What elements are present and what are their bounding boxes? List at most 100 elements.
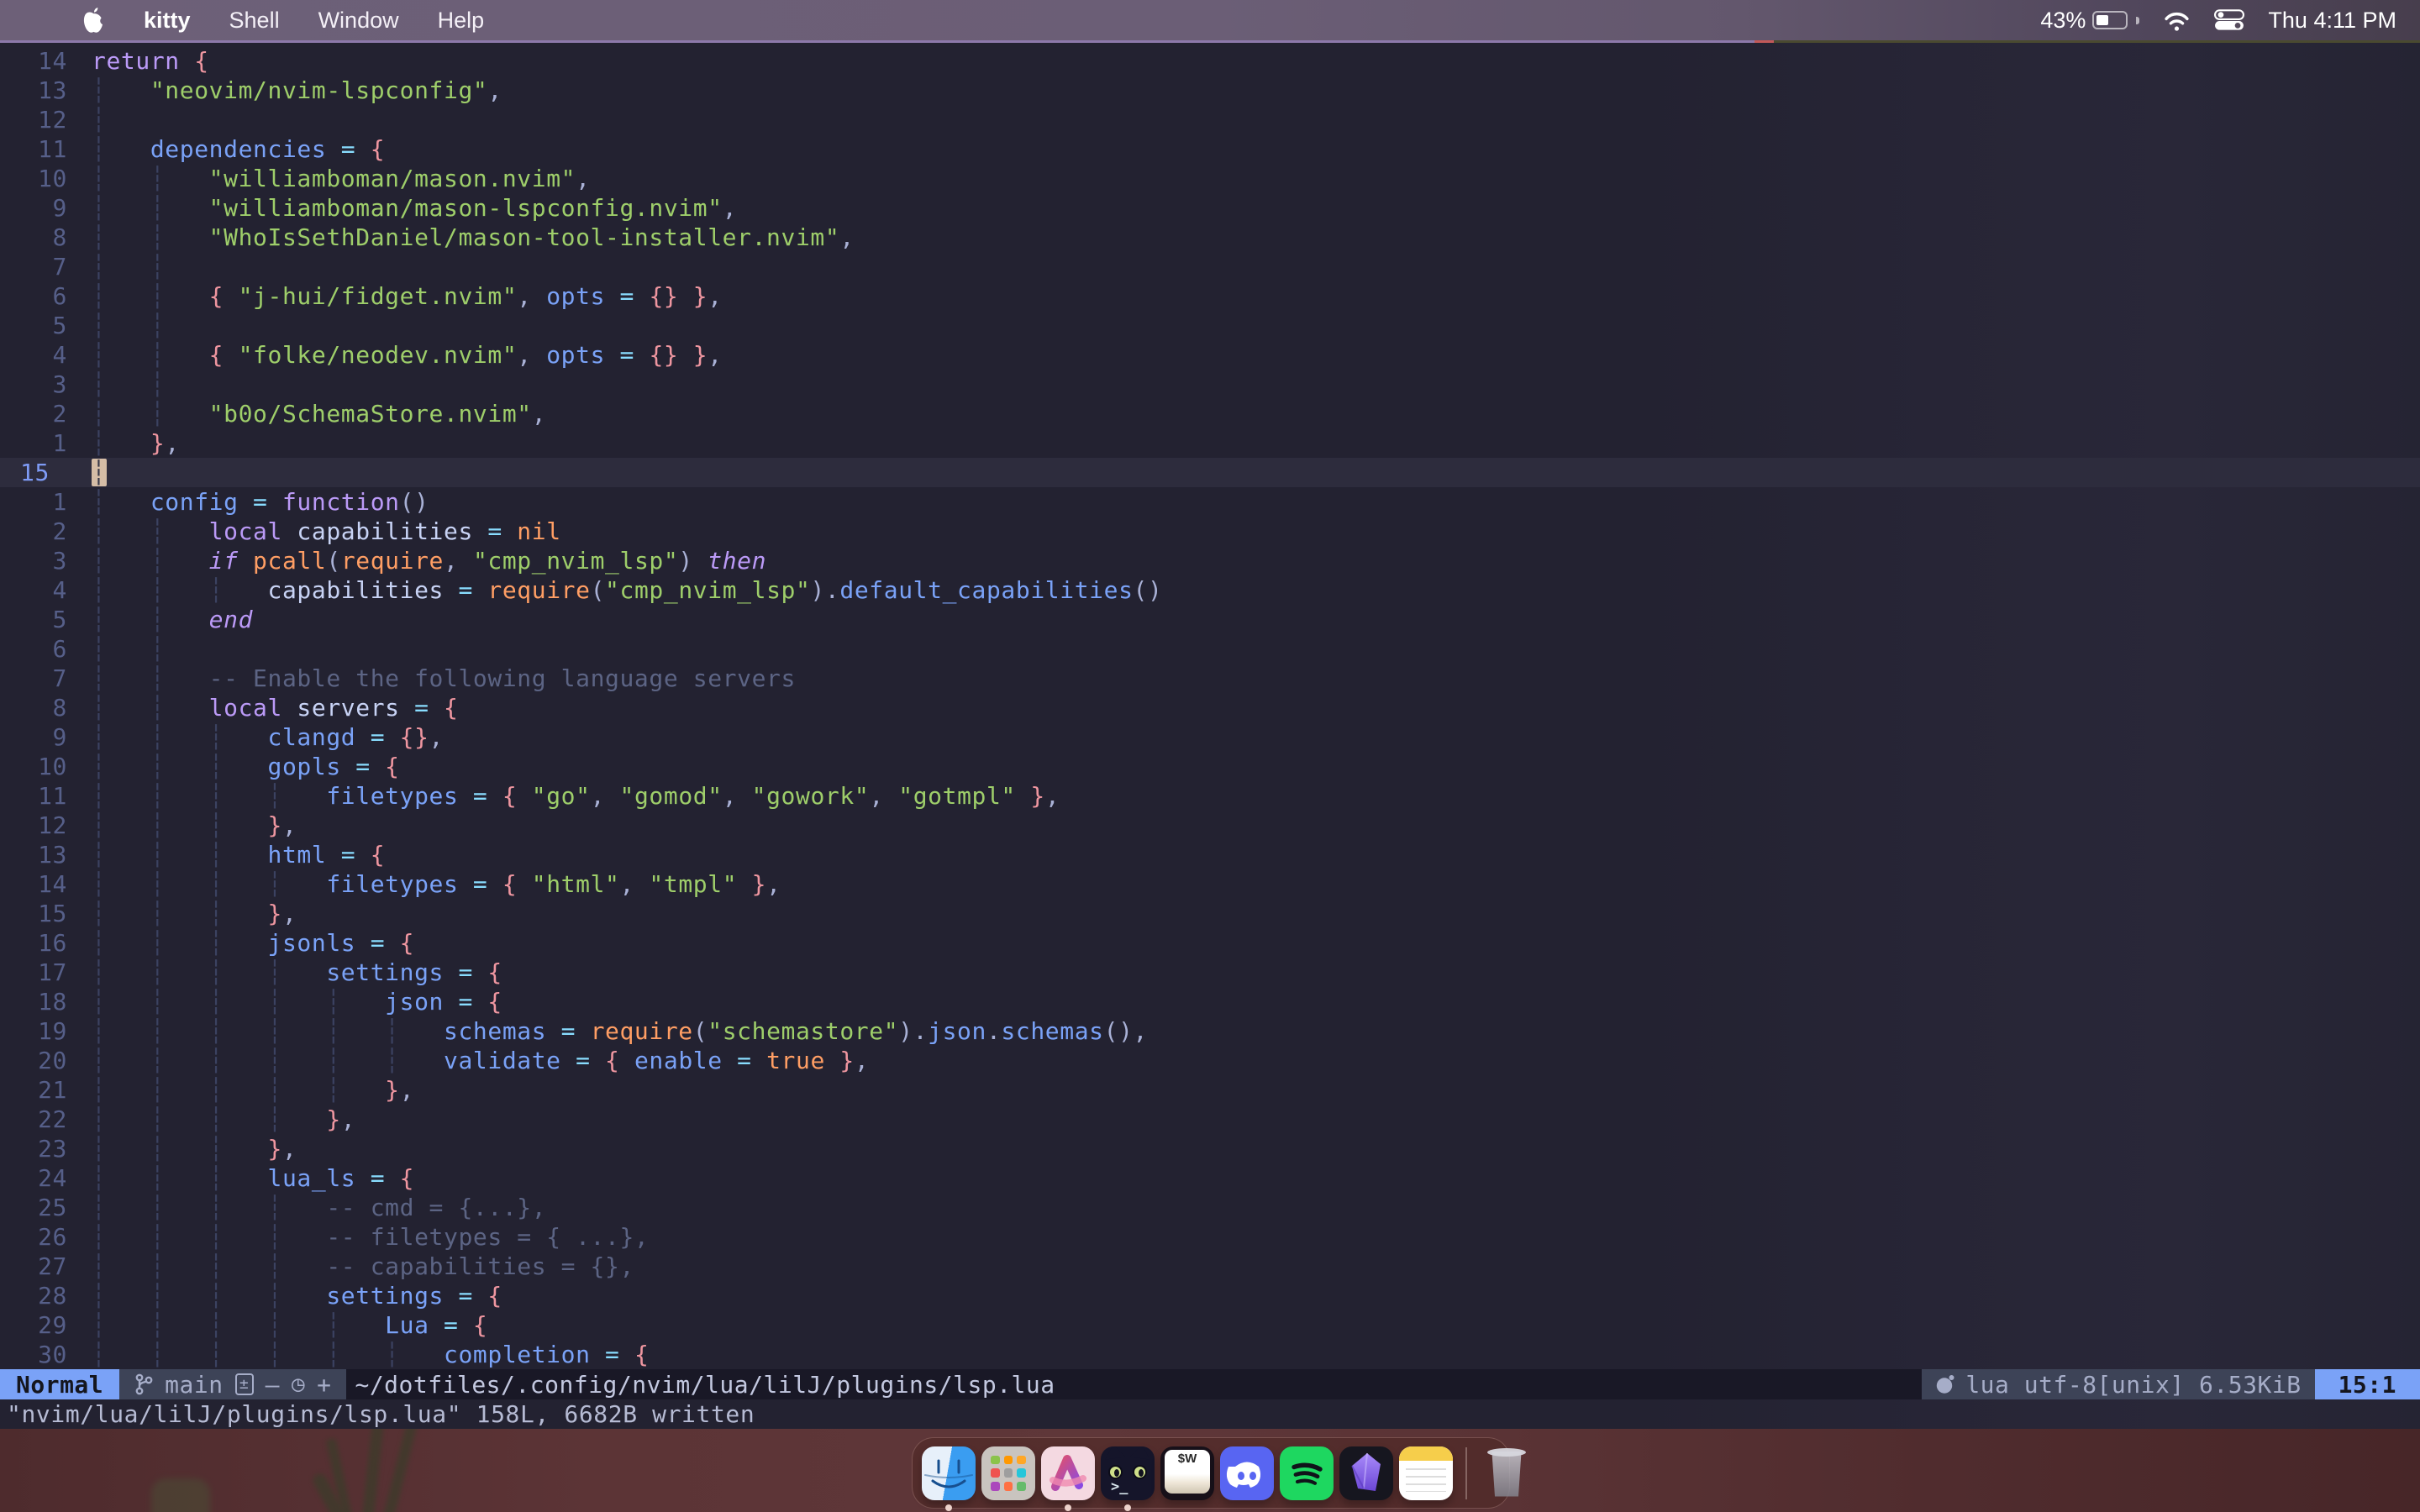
line-number: 12: [0, 106, 67, 134]
line-number: 9: [0, 723, 67, 751]
cursor-position: 15:1: [2315, 1369, 2420, 1399]
code-line[interactable]: 15┆ ┆ ┆ },: [0, 899, 2420, 928]
code-line[interactable]: 26┆ ┆ ┆ ┆ -- filetypes = { ...},: [0, 1222, 2420, 1252]
dock-icon-notes[interactable]: [1399, 1446, 1453, 1500]
code-line[interactable]: 10┆ ┆ ┆ gopls = {: [0, 752, 2420, 781]
line-number: 9: [0, 194, 67, 222]
minus-indicator: –: [266, 1371, 280, 1399]
code-line[interactable]: 1┆ },: [0, 428, 2420, 458]
line-number: 19: [0, 1017, 67, 1045]
menu-item-window[interactable]: Window: [318, 8, 399, 34]
code-line[interactable]: 15┆: [0, 458, 2420, 487]
code-line[interactable]: 4┆ ┆ { "folke/neodev.nvim", opts = {} },: [0, 340, 2420, 370]
apple-menu-icon[interactable]: [82, 8, 105, 34]
code-line[interactable]: 30┆ ┆ ┆ ┆ ┆ ┆ completion = {: [0, 1340, 2420, 1369]
code-line[interactable]: 13┆ "neovim/nvim-lspconfig",: [0, 76, 2420, 105]
dock-icon-discord[interactable]: [1220, 1446, 1274, 1500]
code-line[interactable]: 18┆ ┆ ┆ ┆ ┆ json = {: [0, 987, 2420, 1016]
line-number: 2: [0, 400, 67, 428]
git-branch-icon: [134, 1373, 153, 1396]
code-line[interactable]: 11┆ dependencies = {: [0, 134, 2420, 164]
code-line[interactable]: 9┆ ┆ ┆ clangd = {},: [0, 722, 2420, 752]
nvim-statusline: Normal main ± – ◷ + ~/dotfiles/.config/n…: [0, 1369, 2420, 1399]
menu-item-help[interactable]: Help: [438, 8, 485, 34]
code-line[interactable]: 5┆ ┆: [0, 311, 2420, 340]
line-number: 7: [0, 253, 67, 281]
code-line[interactable]: 23┆ ┆ ┆ },: [0, 1134, 2420, 1163]
code-line[interactable]: 24┆ ┆ ┆ lua_ls = {: [0, 1163, 2420, 1193]
dock-icon-trash[interactable]: [1480, 1446, 1534, 1500]
line-number: 11: [0, 135, 67, 163]
menu-item-shell[interactable]: Shell: [229, 8, 280, 34]
dock-icon-spotify[interactable]: [1280, 1446, 1334, 1500]
cactus-plant: [151, 1478, 210, 1512]
menu-clock[interactable]: Thu 4:11 PM: [2268, 8, 2396, 34]
desktop: kitty Shell Window Help 43%: [0, 0, 2420, 1512]
code-line[interactable]: 8┆ ┆ "WhoIsSethDaniel/mason-tool-install…: [0, 223, 2420, 252]
code-line[interactable]: 27┆ ┆ ┆ ┆ -- capabilities = {},: [0, 1252, 2420, 1281]
code-line[interactable]: 13┆ ┆ ┆ html = {: [0, 840, 2420, 869]
line-number: 6: [0, 282, 67, 310]
kitty-terminal-window[interactable]: 14return {13┆ "neovim/nvim-lspconfig",12…: [0, 43, 2420, 1429]
dock-icon-finder[interactable]: [922, 1446, 976, 1500]
wifi-icon[interactable]: [2163, 8, 2191, 32]
line-number: 18: [0, 988, 67, 1016]
code-line[interactable]: 5┆ ┆ end: [0, 605, 2420, 634]
dock-icon-launchpad[interactable]: [981, 1446, 1035, 1500]
line-number: 25: [0, 1194, 67, 1221]
code-line[interactable]: 29┆ ┆ ┆ ┆ ┆ Lua = {: [0, 1310, 2420, 1340]
line-number: 2: [0, 517, 67, 545]
line-number: 28: [0, 1282, 67, 1310]
line-number: 11: [0, 782, 67, 810]
code-line[interactable]: 21┆ ┆ ┆ ┆ ┆ },: [0, 1075, 2420, 1105]
code-line[interactable]: 2┆ ┆ local capabilities = nil: [0, 517, 2420, 546]
line-number: 15: [0, 900, 67, 927]
code-line[interactable]: 4┆ ┆ ┆ capabilities = require("cmp_nvim_…: [0, 575, 2420, 605]
code-line[interactable]: 19┆ ┆ ┆ ┆ ┆ ┆ schemas = require("schemas…: [0, 1016, 2420, 1046]
line-number: 1: [0, 429, 67, 457]
dock-icon-keycap[interactable]: $W: [1160, 1446, 1214, 1500]
code-line[interactable]: 20┆ ┆ ┆ ┆ ┆ ┆ validate = { enable = true…: [0, 1046, 2420, 1075]
line-number: 22: [0, 1105, 67, 1133]
line-number: 12: [0, 811, 67, 839]
dock-icon-obsidian[interactable]: [1339, 1446, 1393, 1500]
git-branch-name: main: [165, 1371, 223, 1399]
code-line[interactable]: 16┆ ┆ ┆ jsonls = {: [0, 928, 2420, 958]
code-line[interactable]: 25┆ ┆ ┆ ┆ -- cmd = {...},: [0, 1193, 2420, 1222]
code-line[interactable]: 6┆ ┆ { "j-hui/fidget.nvim", opts = {} },: [0, 281, 2420, 311]
line-number: 16: [0, 929, 67, 957]
code-line[interactable]: 6┆ ┆: [0, 634, 2420, 664]
filetype-info: lua utf-8[unix] 6.53KiB: [1965, 1371, 2301, 1399]
vim-message-line: "nvim/lua/lilJ/plugins/lsp.lua" 158L, 66…: [0, 1399, 2420, 1429]
code-line[interactable]: 17┆ ┆ ┆ ┆ settings = {: [0, 958, 2420, 987]
code-line[interactable]: 1┆ config = function(): [0, 487, 2420, 517]
code-line[interactable]: 28┆ ┆ ┆ ┆ settings = {: [0, 1281, 2420, 1310]
code-line[interactable]: 14┆ ┆ ┆ ┆ filetypes = { "html", "tmpl" }…: [0, 869, 2420, 899]
code-line[interactable]: 7┆ ┆ -- Enable the following language se…: [0, 664, 2420, 693]
menu-app-name[interactable]: kitty: [144, 8, 191, 34]
code-line[interactable]: 12┆: [0, 105, 2420, 134]
plus-indicator: +: [317, 1371, 331, 1399]
line-number: 30: [0, 1341, 67, 1368]
code-line[interactable]: 3┆ ┆: [0, 370, 2420, 399]
code-line[interactable]: 11┆ ┆ ┆ ┆ filetypes = { "go", "gomod", "…: [0, 781, 2420, 811]
code-line[interactable]: 9┆ ┆ "williamboman/mason-lspconfig.nvim"…: [0, 193, 2420, 223]
code-line[interactable]: 8┆ ┆ local servers = {: [0, 693, 2420, 722]
line-number: 24: [0, 1164, 67, 1192]
code-line[interactable]: 2┆ ┆ "b0o/SchemaStore.nvim",: [0, 399, 2420, 428]
line-number: 23: [0, 1135, 67, 1163]
dock-icon-arc[interactable]: [1041, 1446, 1095, 1500]
code-area[interactable]: 14return {13┆ "neovim/nvim-lspconfig",12…: [0, 46, 2420, 1369]
code-line[interactable]: 7┆ ┆: [0, 252, 2420, 281]
code-line[interactable]: 12┆ ┆ ┆ },: [0, 811, 2420, 840]
battery-percent: 43%: [2040, 8, 2086, 34]
battery-status[interactable]: 43%: [2040, 8, 2139, 34]
code-line[interactable]: 3┆ ┆ if pcall(require, "cmp_nvim_lsp") t…: [0, 546, 2420, 575]
line-number: 6: [0, 635, 67, 663]
control-center-icon[interactable]: [2214, 9, 2244, 31]
code-line[interactable]: 22┆ ┆ ┆ ┆ },: [0, 1105, 2420, 1134]
battery-tip: [2136, 17, 2139, 24]
code-line[interactable]: 14return {: [0, 46, 2420, 76]
code-line[interactable]: 10┆ ┆ "williamboman/mason.nvim",: [0, 164, 2420, 193]
dock-icon-kitty[interactable]: >_: [1101, 1446, 1155, 1500]
